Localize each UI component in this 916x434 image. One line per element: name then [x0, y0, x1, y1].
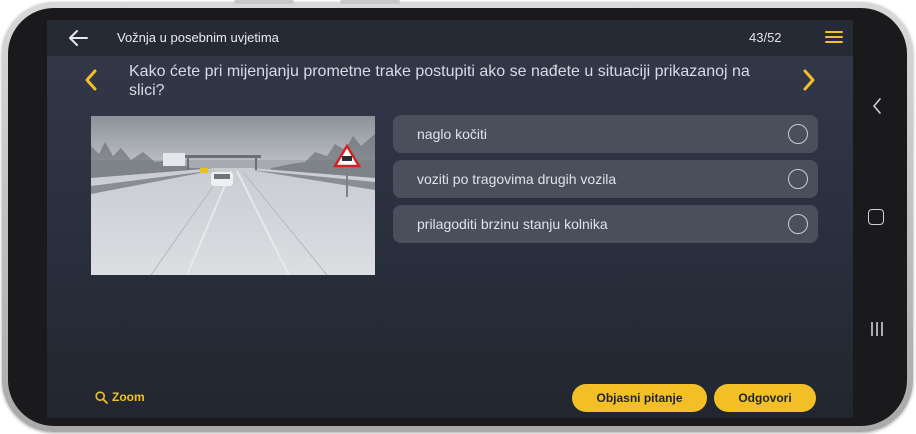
search-icon	[95, 391, 108, 404]
chevron-right-icon[interactable]	[799, 66, 819, 94]
radio-circle-icon[interactable]	[788, 214, 808, 234]
answer-label: naglo kočiti	[417, 126, 488, 142]
answer-label: voziti po tragovima drugih vozila	[417, 171, 617, 187]
nav-home-icon[interactable]	[868, 209, 884, 225]
radio-circle-icon[interactable]	[788, 169, 808, 189]
page-title: Vožnja u posebnim uvjetima	[117, 30, 279, 45]
hamburger-menu-icon[interactable]	[825, 31, 843, 45]
answer-option[interactable]: voziti po tragovima drugih vozila	[393, 160, 818, 198]
volume-button	[234, 0, 294, 4]
answer-list: naglo kočiti voziti po tragovima drugih …	[393, 115, 818, 250]
answer-option[interactable]: prilagoditi brzinu stanju kolnika	[393, 205, 818, 243]
nav-recent-apps-icon[interactable]	[869, 320, 885, 338]
submit-answer-button[interactable]: Odgovori	[714, 384, 816, 412]
chevron-left-icon[interactable]	[81, 66, 101, 94]
question-image[interactable]	[91, 116, 375, 275]
nav-back-icon[interactable]	[871, 96, 883, 116]
answer-option[interactable]: naglo kočiti	[393, 115, 818, 153]
app-screen: Vožnja u posebnim uvjetima 43/52 Kako će…	[47, 20, 853, 418]
radio-circle-icon[interactable]	[788, 124, 808, 144]
top-bar: Vožnja u posebnim uvjetima 43/52	[47, 20, 853, 56]
power-button	[340, 0, 400, 4]
answer-label: prilagoditi brzinu stanju kolnika	[417, 216, 608, 232]
question-counter: 43/52	[749, 30, 782, 45]
question-text: Kako ćete pri mijenjanju prometne trake …	[129, 63, 750, 99]
zoom-button[interactable]: Zoom	[95, 390, 145, 404]
explain-question-button[interactable]: Objasni pitanje	[572, 384, 707, 412]
arrow-left-icon[interactable]	[67, 28, 89, 48]
zoom-label: Zoom	[112, 390, 145, 404]
